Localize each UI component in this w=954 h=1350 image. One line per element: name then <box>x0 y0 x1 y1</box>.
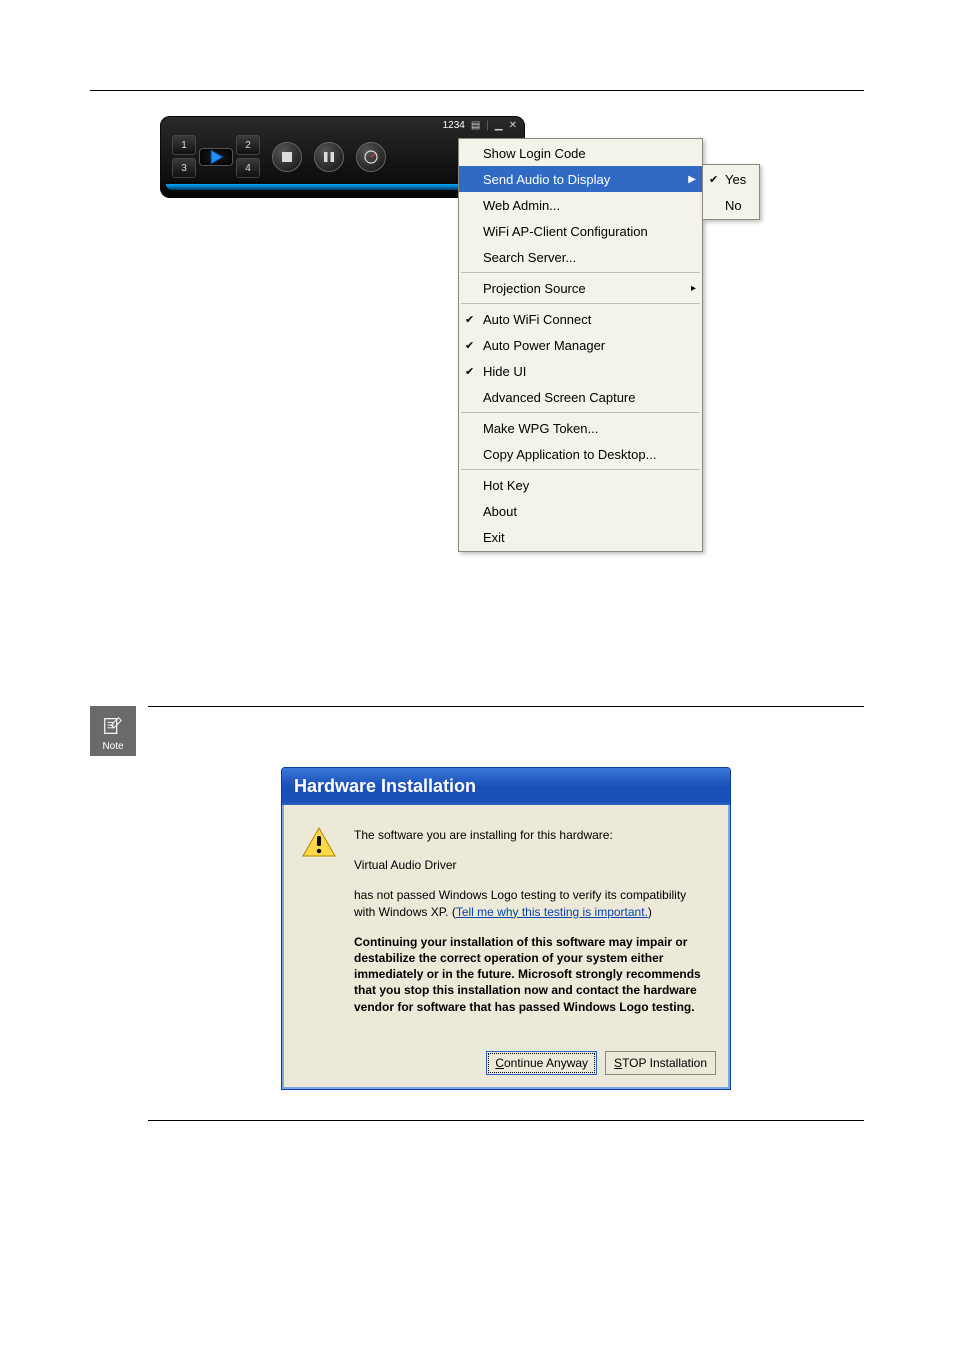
dialog-link[interactable]: Tell me why this testing is important. <box>456 905 648 919</box>
menu-show-login[interactable]: Show Login Code <box>459 140 702 166</box>
menu-send-audio[interactable]: Send Audio to Display▶ <box>459 166 702 192</box>
menu-make-token[interactable]: Make WPG Token... <box>459 415 702 441</box>
pause-button[interactable] <box>314 142 344 172</box>
chevron-right-icon: ▶ <box>688 174 696 185</box>
menu-auto-power[interactable]: ✔Auto Power Manager <box>459 332 702 358</box>
menu-projection-source[interactable]: Projection Source▸ <box>459 275 702 301</box>
quad-4[interactable]: 4 <box>236 158 260 178</box>
menu-search-server[interactable]: Search Server... <box>459 244 702 270</box>
dialog-line1: The software you are installing for this… <box>354 827 710 843</box>
chevron-right-icon: ▸ <box>691 283 696 294</box>
separator: | <box>486 120 489 131</box>
dialog-logo-test: has not passed Windows Logo testing to v… <box>354 887 710 919</box>
quad-3[interactable]: 3 <box>172 158 196 178</box>
note-label: Note <box>102 741 123 752</box>
menu-hot-key[interactable]: Hot Key <box>459 472 702 498</box>
check-icon: ✔ <box>709 173 718 186</box>
menu-separator <box>461 469 700 470</box>
quad-1[interactable]: 1 <box>172 135 196 155</box>
stop-icon <box>281 151 293 163</box>
player-code: 1234 <box>443 120 465 131</box>
stop-button[interactable] <box>272 142 302 172</box>
play-icon <box>208 149 224 165</box>
player-titlebar: 1234 ▤ | ▁ ✕ <box>166 120 519 131</box>
menu-wifi-ap[interactable]: WiFi AP-Client Configuration <box>459 218 702 244</box>
submenu-send-audio: ✔Yes No <box>702 164 760 220</box>
play-button[interactable] <box>199 148 233 166</box>
menu-hide-ui[interactable]: ✔Hide UI <box>459 358 702 384</box>
menu-about[interactable]: About <box>459 498 702 524</box>
menu-separator <box>461 303 700 304</box>
dialog-text: The software you are installing for this… <box>354 827 710 1029</box>
minimize-icon[interactable]: ▁ <box>495 120 503 131</box>
check-icon: ✔ <box>465 365 474 378</box>
menu-auto-wifi[interactable]: ✔Auto WiFi Connect <box>459 306 702 332</box>
hardware-install-dialog: Hardware Installation The software you a… <box>281 767 731 1090</box>
note-section: Note Hardware Installation The software … <box>90 706 864 1121</box>
check-icon: ✔ <box>465 339 474 352</box>
submenu-no[interactable]: No <box>703 192 759 218</box>
figure-player-menu: 1234 ▤ | ▁ ✕ 1 2 3 4 <box>160 116 864 566</box>
gauge-icon <box>364 150 378 164</box>
menu-web-admin[interactable]: Web Admin... <box>459 192 702 218</box>
dialog-warning: Continuing your installation of this sof… <box>354 934 710 1015</box>
top-rule <box>90 90 864 91</box>
note-content: Hardware Installation The software you a… <box>148 706 864 1121</box>
context-menu: Show Login Code Send Audio to Display▶ W… <box>458 138 703 552</box>
dialog-title: Hardware Installation <box>282 768 730 805</box>
warning-icon <box>302 827 336 1029</box>
menu-copy-app[interactable]: Copy Application to Desktop... <box>459 441 702 467</box>
quadrant-selector: 1 2 3 4 <box>172 135 260 178</box>
check-icon: ✔ <box>465 313 474 326</box>
pause-icon <box>323 151 335 163</box>
gauge-button[interactable] <box>356 142 386 172</box>
submenu-yes[interactable]: ✔Yes <box>703 166 759 192</box>
continue-anyway-button[interactable]: Continue Anyway <box>486 1051 597 1075</box>
menu-exit[interactable]: Exit <box>459 524 702 550</box>
menu-separator <box>461 412 700 413</box>
menu-separator <box>461 272 700 273</box>
close-icon[interactable]: ✕ <box>509 120 517 131</box>
bottom-rule <box>148 1120 864 1121</box>
dialog-driver: Virtual Audio Driver <box>354 857 710 873</box>
menu-adv-capture[interactable]: Advanced Screen Capture <box>459 384 702 410</box>
menu-icon[interactable]: ▤ <box>471 120 480 131</box>
notepad-pencil-icon <box>102 715 124 737</box>
stop-installation-button[interactable]: STOP Installation <box>605 1051 716 1075</box>
quad-2[interactable]: 2 <box>236 135 260 155</box>
note-icon: Note <box>90 706 136 756</box>
